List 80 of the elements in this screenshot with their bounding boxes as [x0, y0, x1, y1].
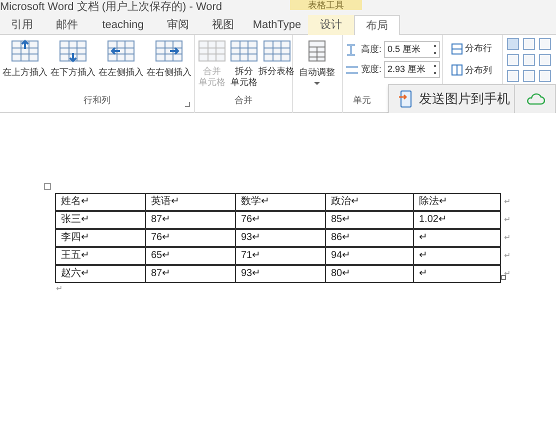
alignment-button[interactable]: [507, 38, 519, 50]
phone-icon: [399, 90, 413, 108]
distribute-columns-icon: [451, 64, 463, 76]
table-icon: [262, 38, 292, 64]
row-end-mark: ↵: [504, 268, 511, 280]
autofit-button[interactable]: 自动调整: [295, 38, 339, 84]
table-cell: 76↵: [146, 230, 236, 247]
table-move-handle[interactable]: [44, 183, 51, 190]
table-cell: 87↵: [146, 212, 236, 229]
table-cell: 数学↵: [236, 194, 326, 211]
table-cell: 93↵: [236, 230, 326, 247]
group-label: 合并: [234, 94, 252, 106]
distribute-button[interactable]: 分布列: [451, 64, 492, 77]
table-cell: 英语↵: [146, 194, 236, 211]
dialog-launcher-icon[interactable]: [185, 102, 190, 107]
table-cell: 王五↵: [56, 248, 146, 265]
table-cell: 87↵: [146, 266, 236, 283]
caret-icon: [314, 82, 320, 84]
table-cell: 93↵: [236, 266, 326, 283]
spin-field[interactable]: 2.93 厘米: [384, 61, 440, 78]
row-end-mark: ↵: [504, 196, 511, 208]
alignment-button[interactable]: [539, 38, 551, 50]
insert-button[interactable]: 在下方插入: [50, 38, 96, 80]
table-cell: 张三↵: [56, 212, 146, 229]
row-end-mark: ↵: [504, 214, 511, 226]
table-cell: 86↵: [326, 230, 414, 247]
table-icon: [10, 38, 40, 64]
table-cell: ↵: [414, 248, 501, 265]
table-cell: 76↵: [236, 212, 326, 229]
alignment-button[interactable]: [539, 54, 551, 66]
field-label: 高度:: [361, 42, 382, 56]
insert-button[interactable]: 在左侧插入: [98, 38, 144, 80]
table-icon: [58, 38, 88, 64]
table-cell: 李四↵: [56, 230, 146, 247]
table-cell: ↵: [414, 266, 501, 283]
table-cell: 赵六↵: [56, 266, 146, 283]
table-cell: 94↵: [326, 248, 414, 265]
resize-handle[interactable]: [501, 275, 506, 280]
distribute-button[interactable]: 分布行: [451, 42, 492, 56]
ribbon-tab[interactable]: 设计: [308, 15, 354, 35]
group-label: 行和列: [84, 94, 110, 106]
table-cell: 政治↵: [326, 194, 414, 211]
merge-button[interactable]: 拆分 单元格: [229, 38, 259, 88]
ribbon-tab[interactable]: 审阅: [156, 15, 200, 35]
field-label: 宽度:: [361, 62, 382, 76]
ribbon-tab[interactable]: 邮件: [44, 15, 90, 35]
ribbon-tab[interactable]: MathType: [246, 15, 308, 35]
ribbon-tab[interactable]: 布局: [354, 15, 400, 35]
insert-button[interactable]: 在右侧插入: [146, 38, 192, 80]
table-cell: ↵: [414, 230, 501, 247]
table-cell: 除法↵: [414, 194, 501, 211]
alignment-button[interactable]: [523, 70, 535, 82]
table-icon: [229, 38, 259, 64]
table-cell: 姓名↵: [56, 194, 146, 211]
row-end-mark: ↵: [504, 232, 511, 244]
merge-button[interactable]: 拆分表格: [261, 38, 292, 77]
window-title: Microsoft Word 文档 (用户上次保存的) - Word: [0, 0, 222, 14]
table-cell: 71↵: [236, 248, 326, 265]
insert-button[interactable]: 在上方插入: [2, 38, 48, 80]
ribbon-tab[interactable]: 引用: [0, 15, 44, 35]
table-cell: 1.02↵: [414, 212, 501, 229]
table-cell: 85↵: [326, 212, 414, 229]
table-cell: 65↵: [146, 248, 236, 265]
context-tab-header: 表格工具: [290, 0, 362, 10]
alignment-button[interactable]: [523, 54, 535, 66]
alignment-button[interactable]: [507, 54, 519, 66]
alignment-button[interactable]: [507, 70, 519, 82]
distribute-rows-icon: [451, 42, 463, 55]
alignment-button[interactable]: [539, 70, 551, 82]
spin-field[interactable]: 0.5 厘米: [384, 41, 440, 58]
ribbon-tab[interactable]: 视图: [200, 15, 246, 35]
ribbon-tab[interactable]: teaching: [90, 15, 156, 35]
alignment-button[interactable]: [523, 38, 535, 50]
table-cell: 80↵: [326, 266, 414, 283]
group-label: 单元: [353, 94, 371, 106]
paragraph-mark: ↵: [56, 283, 63, 295]
row-end-mark: ↵: [504, 250, 511, 262]
table-icon: [197, 38, 227, 64]
table-icon: [106, 38, 136, 64]
table-icon: [154, 38, 184, 64]
